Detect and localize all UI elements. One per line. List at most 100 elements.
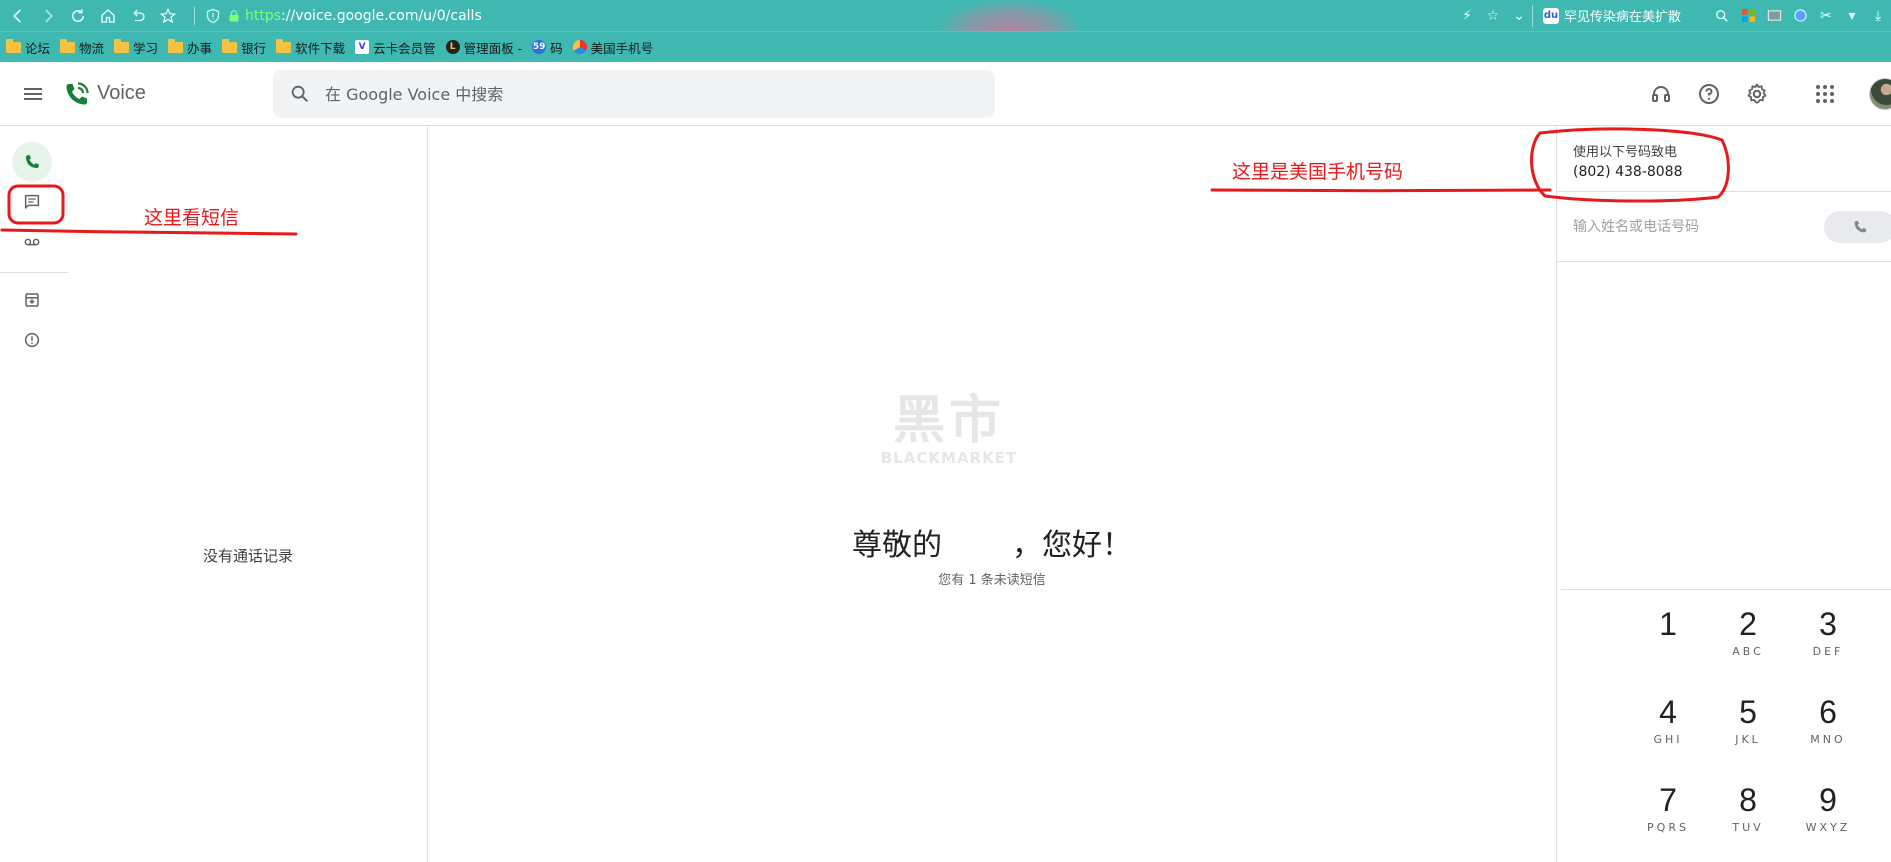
keypad-key-3[interactable]: 3 DEF bbox=[1798, 605, 1858, 673]
unread-sms-notice[interactable]: 您有 1 条未读短信 bbox=[429, 569, 1555, 588]
app-name: Voice bbox=[97, 82, 146, 104]
dial-number-input[interactable] bbox=[1573, 218, 1803, 235]
home-icon[interactable] bbox=[96, 4, 120, 28]
search-input[interactable] bbox=[325, 84, 965, 104]
bookmark-label: 学习 bbox=[133, 40, 159, 56]
support-headset-icon[interactable] bbox=[1641, 74, 1681, 114]
help-icon[interactable] bbox=[1689, 74, 1729, 114]
search-icon[interactable] bbox=[289, 83, 311, 105]
keypad-key-9[interactable]: 9 WXYZ bbox=[1798, 781, 1858, 849]
download-icon[interactable]: ⤓ bbox=[1865, 0, 1891, 31]
caller-id-selector[interactable]: 使用以下号码致电 (802) 438-8088 bbox=[1557, 127, 1891, 192]
caller-id-label: 使用以下号码致电 bbox=[1573, 145, 1678, 160]
phone-icon bbox=[1854, 221, 1866, 233]
spam-alert-icon bbox=[24, 332, 40, 348]
greeting-prefix: 尊敬的 bbox=[852, 528, 942, 563]
back-icon[interactable] bbox=[6, 4, 30, 28]
welcome-greeting: 尊敬的 ，您好！ bbox=[429, 520, 1555, 564]
key-letters: WXYZ bbox=[1805, 821, 1851, 834]
message-icon bbox=[24, 194, 40, 209]
caller-id-number: (802) 438-8088 bbox=[1573, 164, 1683, 180]
news-ticker[interactable]: du 罕见传染病在美扩散 bbox=[1531, 4, 1691, 27]
bookmark-item[interactable]: 软件下载 bbox=[276, 38, 345, 57]
bookmark-label: 物流 bbox=[79, 40, 105, 56]
watermark-subtitle: BLACKMARKET bbox=[880, 449, 1018, 467]
undo-icon[interactable] bbox=[126, 4, 150, 28]
watermark-title: 黑市 bbox=[892, 391, 1005, 451]
bookmark-item[interactable]: 论坛 bbox=[6, 38, 50, 57]
bookmarks-bar: 论坛 物流 学习 办事 银行 软件下载 V 云卡会员管 L 管理面板 - 59 码 美… bbox=[0, 31, 1891, 62]
keypad-key-4[interactable]: 4 GHI bbox=[1638, 693, 1698, 761]
key-letters: MNO bbox=[1810, 733, 1846, 746]
account-avatar[interactable] bbox=[1869, 78, 1891, 110]
search-bar[interactable] bbox=[273, 70, 995, 118]
url-scheme: https bbox=[245, 7, 282, 24]
archive-icon bbox=[25, 293, 39, 307]
shield-icon[interactable] bbox=[205, 8, 221, 24]
main-menu-icon[interactable] bbox=[9, 70, 57, 118]
toolbar-divider bbox=[194, 6, 195, 25]
voice-logo[interactable]: Voice bbox=[63, 80, 146, 108]
nav-calls[interactable] bbox=[12, 142, 52, 182]
reload-icon[interactable] bbox=[66, 4, 90, 28]
folder-icon bbox=[60, 38, 76, 53]
key-digit: 2 bbox=[1739, 606, 1757, 642]
scissors-icon[interactable]: ✂ bbox=[1813, 0, 1839, 31]
bookmark-item[interactable]: 学习 bbox=[114, 38, 158, 57]
keypad-key-1[interactable]: 1 bbox=[1638, 605, 1698, 673]
translate-icon[interactable] bbox=[1787, 0, 1813, 31]
keypad-divider bbox=[1561, 589, 1891, 590]
bookmark-label: 银行 bbox=[241, 40, 267, 56]
bookmark-item[interactable]: 银行 bbox=[222, 38, 266, 57]
keypad-key-8[interactable]: 8 TUV bbox=[1718, 781, 1778, 849]
nav-messages[interactable] bbox=[12, 182, 52, 222]
screenshot-icon[interactable] bbox=[1761, 0, 1787, 31]
bookmark-item[interactable]: 美国手机号 bbox=[572, 38, 653, 57]
watermark-logo: 黑市 BLACKMARKET bbox=[879, 393, 1019, 467]
search-icon[interactable] bbox=[1709, 0, 1735, 31]
bookmark-label: 论坛 bbox=[25, 40, 51, 56]
key-digit: 1 bbox=[1659, 606, 1677, 642]
folder-icon bbox=[222, 38, 238, 53]
keypad-key-6[interactable]: 6 MNO bbox=[1798, 693, 1858, 761]
app-header: Voice bbox=[0, 62, 1891, 126]
bookmark-star-icon[interactable] bbox=[156, 4, 180, 28]
chevron-down-icon[interactable]: ▾ bbox=[1839, 0, 1865, 31]
bookmark-label: 软件下载 bbox=[295, 40, 346, 56]
google-apps-icon[interactable] bbox=[1805, 74, 1845, 114]
empty-history-message: 没有通话记录 bbox=[202, 547, 293, 565]
keypad-key-7[interactable]: 7 PQRS bbox=[1638, 781, 1698, 849]
bookmark-item[interactable]: 物流 bbox=[60, 38, 104, 57]
keypad-key-5[interactable]: 5 JKL bbox=[1718, 693, 1778, 761]
bookmark-item[interactable]: 59 码 bbox=[532, 38, 563, 57]
bookmark-label: 办事 bbox=[187, 40, 213, 56]
favorite-star-icon[interactable]: ☆ bbox=[1480, 0, 1506, 31]
settings-gear-icon[interactable] bbox=[1737, 74, 1777, 114]
bookmark-item[interactable]: 办事 bbox=[168, 38, 212, 57]
bookmark-item[interactable]: V 云卡会员管 bbox=[355, 38, 436, 57]
key-digit: 9 bbox=[1819, 782, 1837, 818]
folder-icon bbox=[276, 38, 292, 53]
folder-icon bbox=[6, 38, 21, 53]
keypad-key-2[interactable]: 2 ABC bbox=[1718, 605, 1778, 673]
address-bar[interactable]: https://voice.google.com/u/0/calls bbox=[245, 8, 482, 24]
baidu-paw-icon: du bbox=[1542, 7, 1559, 24]
nav-archive[interactable] bbox=[12, 280, 52, 320]
key-digit: 7 bbox=[1659, 782, 1677, 818]
header-actions bbox=[1633, 62, 1891, 126]
bookmark-item[interactable]: L 管理面板 - bbox=[445, 38, 522, 57]
site-favicon-icon: L bbox=[445, 40, 460, 54]
site-favicon-icon: V bbox=[355, 40, 370, 54]
folder-icon bbox=[168, 38, 184, 53]
apps-grid-icon[interactable] bbox=[1735, 0, 1761, 31]
chevron-down-icon[interactable]: ⌄ bbox=[1506, 0, 1532, 31]
forward-icon[interactable] bbox=[36, 4, 60, 28]
lightning-icon[interactable]: ⚡ bbox=[1454, 0, 1480, 31]
call-button[interactable] bbox=[1824, 211, 1891, 243]
nav-spam[interactable] bbox=[12, 320, 52, 360]
greeting-suffix: ，您好！ bbox=[1012, 528, 1132, 563]
key-digit: 8 bbox=[1739, 782, 1757, 818]
url-path: ://voice.google.com/u/0/calls bbox=[281, 7, 482, 24]
nav-voicemail[interactable] bbox=[12, 222, 52, 262]
site-favicon-icon bbox=[572, 40, 587, 54]
